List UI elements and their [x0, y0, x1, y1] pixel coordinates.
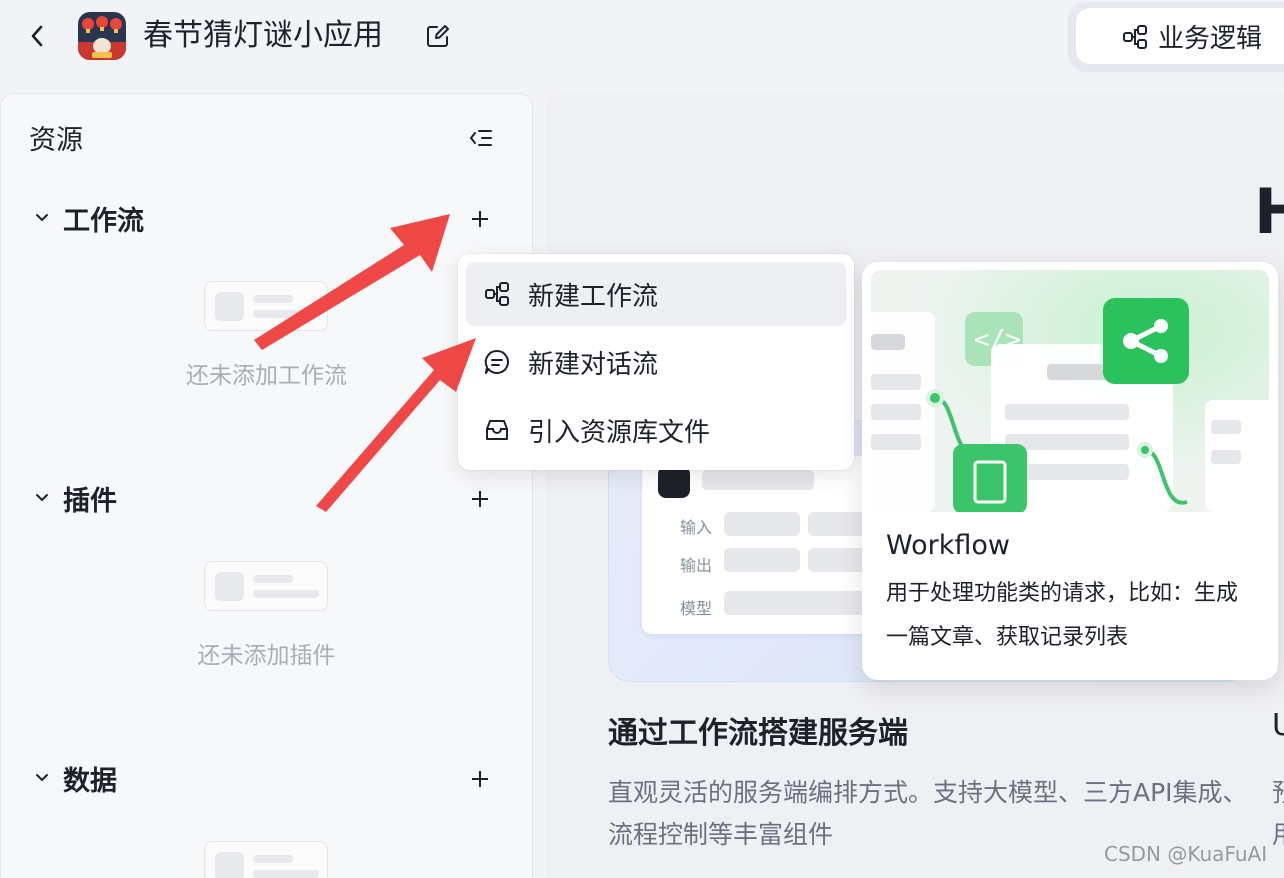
- chevron-down-icon: [34, 213, 54, 223]
- watermark: CSDN @KuaFuAI: [1104, 842, 1268, 866]
- feature-card-title: 通过工作流搭建服务端: [608, 716, 908, 751]
- section-plugin-header[interactable]: 插件: [34, 478, 117, 518]
- collapse-list-icon: [470, 130, 492, 146]
- plus-icon: [472, 211, 488, 227]
- next-card-title-fragment: U: [1272, 708, 1284, 743]
- section-workflow-label: 工作流: [63, 205, 144, 237]
- chevron-down-icon: [34, 773, 54, 783]
- tooltip-description: 用于处理功能类的请求，比如：生成一篇文章、获取记录列表: [886, 581, 1239, 650]
- workflow-preview-illustration: </>: [871, 270, 1269, 512]
- tooltip-title: Workflow: [886, 530, 1010, 561]
- menu-item-label: 引入资源库文件: [528, 417, 711, 448]
- chevron-left-icon: [31, 25, 43, 47]
- menu-item-label: 新建工作流: [528, 281, 659, 312]
- section-workflow-header[interactable]: 工作流: [34, 198, 144, 238]
- add-plugin-button[interactable]: [466, 485, 494, 513]
- mockup-input-label: 输入: [680, 518, 713, 537]
- menu-item-import-library[interactable]: 引入资源库文件: [466, 398, 846, 462]
- add-workflow-dropdown: 新建工作流 新建对话流 引入资源库文件: [458, 254, 854, 470]
- next-card-description-fragment: 预 用: [1272, 772, 1284, 856]
- section-data-header[interactable]: 数据: [34, 758, 117, 798]
- business-logic-label: 业务逻辑: [1158, 23, 1263, 54]
- collapse-panel-button[interactable]: [466, 123, 496, 153]
- plus-icon: [472, 491, 488, 507]
- menu-item-label: 新建对话流: [528, 349, 659, 380]
- hero-heading-fragment: H: [1254, 175, 1284, 248]
- add-workflow-button[interactable]: [466, 205, 494, 233]
- menu-item-new-chatflow[interactable]: 新建对话流: [466, 330, 846, 394]
- add-data-button[interactable]: [466, 765, 494, 793]
- inbox-icon: [482, 417, 512, 443]
- flow-icon: [1123, 25, 1147, 49]
- section-data-label: 数据: [63, 765, 117, 797]
- gear-icon: [658, 466, 690, 498]
- app-logo: [78, 12, 126, 60]
- workflow-icon: [482, 281, 512, 307]
- edit-icon: [427, 25, 449, 47]
- app-title: 春节猜灯谜小应用: [143, 18, 383, 53]
- back-button[interactable]: [22, 20, 52, 52]
- workflow-empty-text: 还未添加工作流: [186, 363, 347, 389]
- mockup-output-label: 输出: [680, 556, 713, 575]
- resource-panel-title: 资源: [29, 125, 83, 156]
- edit-app-button[interactable]: [422, 20, 454, 52]
- section-plugin-label: 插件: [63, 485, 117, 517]
- plugin-empty-text: 还未添加插件: [197, 643, 336, 669]
- plugin-empty-illustration: [204, 561, 328, 611]
- business-logic-tab[interactable]: 业务逻辑: [1076, 8, 1284, 64]
- chevron-down-icon: [34, 493, 54, 503]
- data-empty-illustration: [204, 841, 328, 878]
- chat-icon: [482, 348, 512, 376]
- workflow-empty-illustration: [204, 281, 328, 331]
- mockup-model-label: 模型: [680, 599, 713, 618]
- plus-icon: [472, 771, 488, 787]
- menu-item-new-workflow[interactable]: 新建工作流: [466, 262, 846, 326]
